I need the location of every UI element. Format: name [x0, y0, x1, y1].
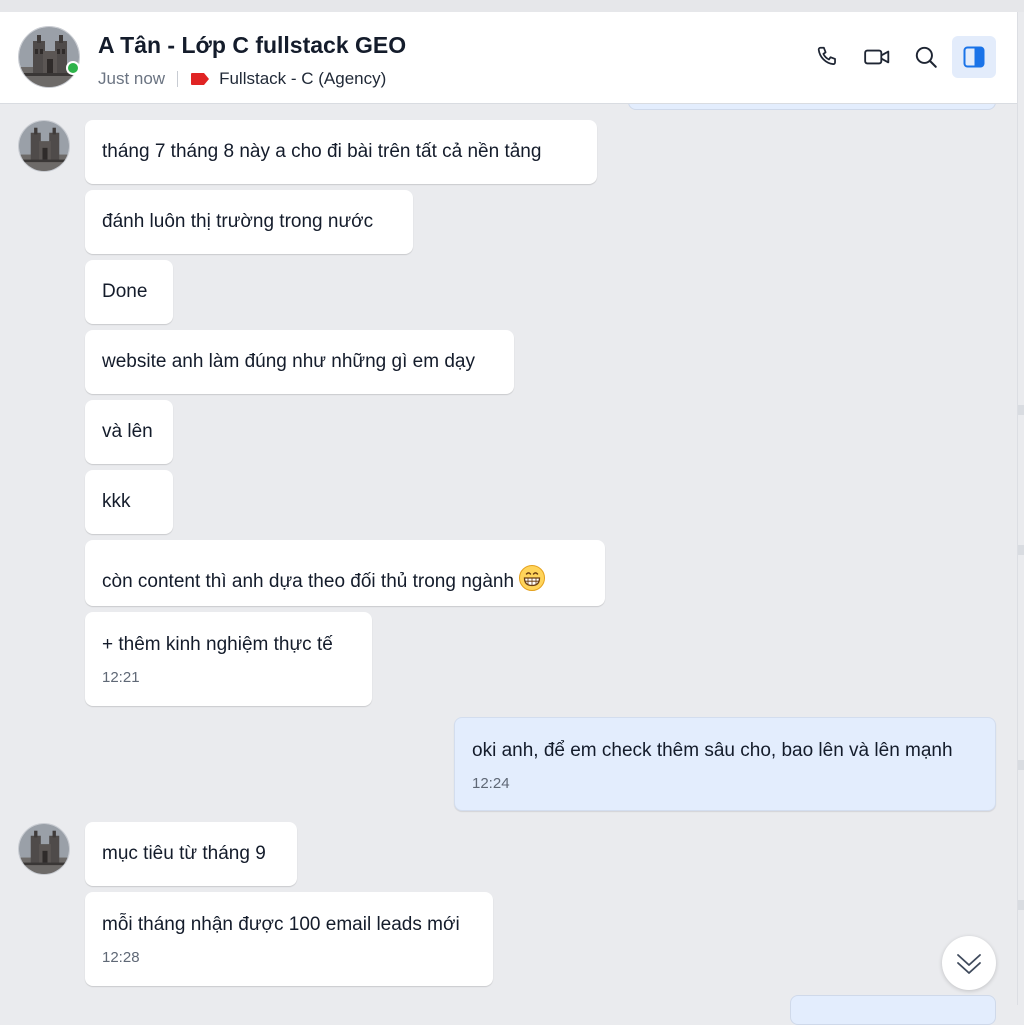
chat-header: A Tân - Lớp C fullstack GEO Just now Ful… [0, 12, 1017, 104]
message-bubble[interactable]: còn content thì anh dựa theo đối thủ tro… [85, 540, 605, 606]
search-icon [915, 46, 937, 68]
chat-title: A Tân - Lớp C fullstack GEO [98, 32, 407, 58]
message-text: mục tiêu từ tháng 9 [102, 843, 266, 864]
message-text: còn content thì anh dựa theo đối thủ tro… [102, 571, 515, 592]
scroll-to-bottom-button[interactable] [942, 936, 996, 990]
edge-mark [1018, 760, 1024, 770]
search-button[interactable] [904, 36, 948, 78]
last-seen-status: Just now [98, 69, 166, 88]
message-text: Done [102, 281, 148, 302]
toggle-info-panel-button[interactable] [952, 36, 996, 78]
grinning-face-emoji [519, 565, 546, 591]
online-status-dot [66, 61, 80, 75]
sidebar-toggle-icon [963, 46, 985, 68]
contact-avatar[interactable] [18, 26, 80, 88]
message-text: website anh làm đúng như những gì em dạy [102, 351, 475, 372]
right-panel-edge [1017, 12, 1024, 1005]
divider [177, 71, 179, 87]
message-bubble[interactable]: Done [85, 260, 173, 324]
message-bubble[interactable]: tháng 7 tháng 8 này a cho đi bài trên tấ… [85, 120, 597, 184]
message-text: đánh luôn thị trường trong nước [102, 211, 374, 232]
window-top-strip [0, 0, 1024, 12]
message-bubble[interactable]: + thêm kinh nghiệm thực tế 12:21 [85, 612, 372, 706]
message-time: 12:21 [102, 669, 140, 686]
message-bubble[interactable]: mục tiêu từ tháng 9 [85, 822, 297, 886]
message-text: mỗi tháng nhận được 100 email leads mới [102, 914, 460, 935]
double-chevron-down-icon [957, 954, 981, 974]
message-text: và lên [102, 421, 153, 442]
chat-subline: Just now Fullstack - C (Agency) [98, 68, 386, 90]
edge-mark [1018, 545, 1024, 555]
message-time: 12:28 [102, 949, 140, 966]
cathedral-photo [19, 824, 69, 874]
message-text: oki anh, để em check thêm sâu cho, bao l… [472, 740, 953, 761]
message-bubble[interactable]: đánh luôn thị trường trong nước [85, 190, 413, 254]
sender-avatar[interactable] [18, 823, 70, 875]
message-text: kkk [102, 491, 131, 512]
message-text-line: còn content thì anh dựa theo đối thủ tro… [102, 564, 546, 593]
message-text: tháng 7 tháng 8 này a cho đi bài trên tấ… [102, 141, 542, 162]
label-tag[interactable]: Fullstack - C (Agency) [219, 69, 386, 89]
sender-avatar[interactable] [18, 120, 70, 172]
phone-icon [817, 46, 836, 66]
next-sent-bubble [790, 995, 996, 1025]
cathedral-photo [19, 121, 69, 171]
sent-message-bubble[interactable]: oki anh, để em check thêm sâu cho, bao l… [454, 717, 996, 811]
edge-mark [1018, 405, 1024, 415]
message-text: + thêm kinh nghiệm thực tế [102, 634, 333, 655]
video-call-icon [864, 49, 890, 65]
message-bubble[interactable]: website anh làm đúng như những gì em dạy [85, 330, 514, 394]
message-bubble[interactable]: kkk [85, 470, 173, 534]
cathedral-photo [19, 27, 79, 87]
video-call-button[interactable] [855, 36, 899, 78]
voice-call-button[interactable] [806, 36, 850, 78]
message-time: 12:24 [472, 775, 510, 792]
message-bubble[interactable]: mỗi tháng nhận được 100 email leads mới … [85, 892, 493, 986]
label-tag-icon [190, 72, 210, 86]
edge-mark [1018, 900, 1024, 910]
message-bubble[interactable]: và lên [85, 400, 173, 464]
